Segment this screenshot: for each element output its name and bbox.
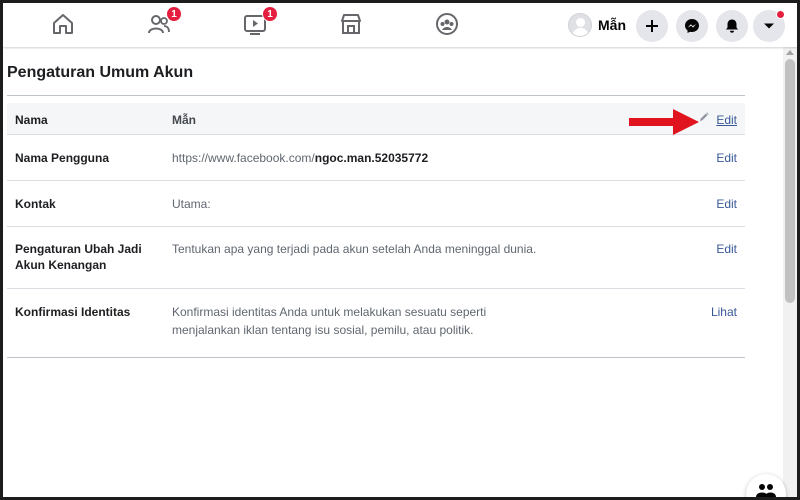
friends-icon[interactable]: 1 xyxy=(145,6,182,37)
new-chat-button[interactable] xyxy=(746,474,786,500)
account-menu-button[interactable] xyxy=(753,10,785,42)
page-title: Pengaturan Umum Akun xyxy=(7,64,194,81)
settings-row-label: Pengaturan Ubah Jadi Akun Kenangan xyxy=(15,242,142,272)
view-identity-link[interactable]: Lihat xyxy=(711,304,737,320)
edit-contact-link[interactable]: Edit xyxy=(716,196,737,212)
messenger-icon xyxy=(685,19,699,33)
plus-icon xyxy=(646,20,658,32)
scroll-thumb[interactable] xyxy=(785,59,795,303)
notifications-button[interactable] xyxy=(716,10,748,42)
avatar xyxy=(568,13,592,37)
top-navigation-bar: 1 1 Mẫn xyxy=(3,3,797,47)
pencil-icon xyxy=(700,112,709,121)
profile-name: Mẫn xyxy=(598,17,626,33)
settings-row-label: Konfirmasi Identitas xyxy=(15,305,131,319)
watch-badge: 1 xyxy=(262,6,278,22)
groups-icon[interactable] xyxy=(433,11,461,37)
settings-row-value: Tentukan apa yang terjadi pada akun sete… xyxy=(172,242,537,256)
settings-row-username[interactable]: Nama Pengguna https://www.facebook.com/n… xyxy=(7,135,745,181)
edit-username-link[interactable]: Edit xyxy=(716,150,737,166)
settings-row-label: Nama xyxy=(15,113,48,127)
settings-row-identity[interactable]: Konfirmasi Identitas Konfirmasi identita… xyxy=(7,289,745,351)
settings-row-label: Nama Pengguna xyxy=(15,151,110,165)
vertical-scrollbar[interactable] xyxy=(783,47,797,497)
settings-row-value: Konfirmasi identitas Anda untuk melakuka… xyxy=(172,305,487,337)
settings-row-memorialization[interactable]: Pengaturan Ubah Jadi Akun Kenangan Tentu… xyxy=(7,227,745,289)
settings-row-name[interactable]: Nama Mẫn Edit xyxy=(7,103,745,135)
settings-list: Nama Mẫn Edit Nama Pengguna https://www.… xyxy=(7,103,745,358)
home-icon[interactable] xyxy=(49,11,77,37)
username-url-prefix: https://www.facebook.com/ xyxy=(172,151,315,165)
title-divider xyxy=(7,95,745,96)
messenger-button[interactable] xyxy=(676,10,708,42)
settings-row-label: Kontak xyxy=(15,197,56,211)
profile-chip[interactable]: Mẫn xyxy=(568,11,626,39)
settings-row-value: Mẫn xyxy=(172,113,196,127)
edit-name-link[interactable]: Edit xyxy=(716,112,737,128)
watch-icon[interactable]: 1 xyxy=(241,6,278,37)
scroll-up-arrow-icon[interactable] xyxy=(786,50,794,55)
friends-badge: 1 xyxy=(166,6,182,22)
account-notification-dot xyxy=(776,10,785,19)
chevron-down-icon xyxy=(764,23,774,29)
bell-icon xyxy=(726,19,738,33)
create-button[interactable] xyxy=(636,10,668,42)
contacts-icon xyxy=(756,484,776,497)
username-handle: ngoc.man.52035772 xyxy=(314,151,429,165)
red-arrow-icon xyxy=(629,109,699,135)
settings-row-contact[interactable]: Kontak Utama: Edit xyxy=(7,181,745,227)
settings-row-value: https://www.facebook.com/ngoc.man.520357… xyxy=(172,149,592,167)
marketplace-icon[interactable] xyxy=(337,11,365,37)
list-bottom-divider xyxy=(7,357,745,358)
edit-memorialization-link[interactable]: Edit xyxy=(716,241,737,257)
settings-row-value: Utama: xyxy=(172,197,211,211)
